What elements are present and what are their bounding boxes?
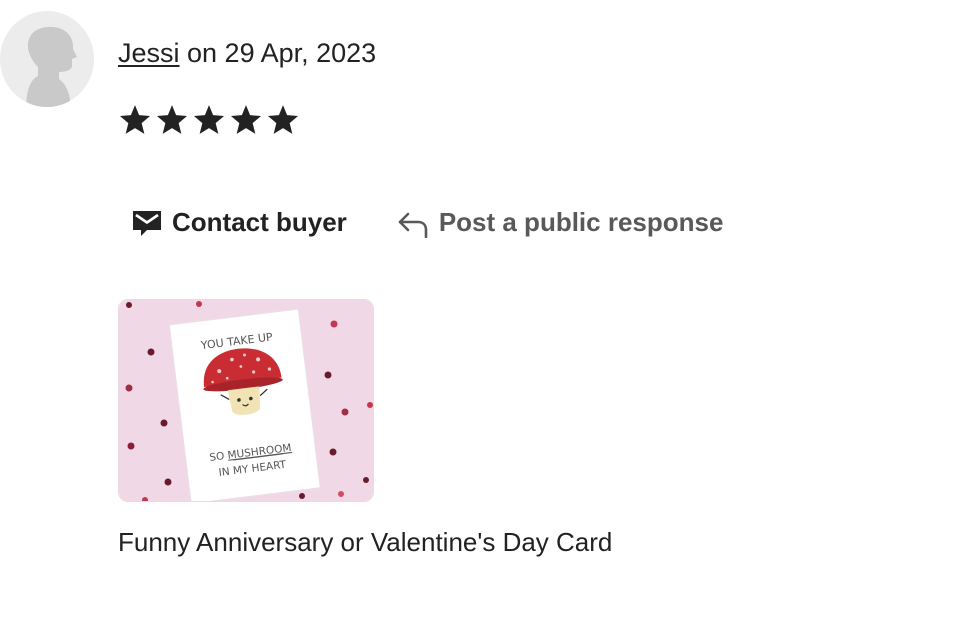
star-rating: [118, 102, 300, 138]
review-header: Jessi on 29 Apr, 2023: [118, 34, 376, 72]
product-photo[interactable]: YOU TAKE UP SO MUSHROOM IN MY HEART: [118, 299, 374, 502]
post-public-response-button[interactable]: Post a public response: [397, 206, 724, 238]
envelope-icon: [131, 206, 163, 238]
star-icon: [193, 105, 225, 134]
reply-arrow-icon: [397, 206, 429, 238]
star-icon: [119, 105, 151, 134]
review-actions: Contact buyer Post a public response: [131, 206, 723, 238]
user-silhouette-icon: [26, 26, 77, 107]
star-icon: [267, 105, 299, 134]
avatar[interactable]: [0, 11, 94, 107]
reviewer-name-link[interactable]: Jessi: [118, 38, 180, 68]
post-public-response-label: Post a public response: [438, 206, 724, 237]
review-date: on 29 Apr, 2023: [179, 38, 377, 68]
star-icon: [156, 105, 188, 134]
product-title[interactable]: Funny Anniversary or Valentine's Day Car…: [118, 524, 612, 560]
contact-buyer-label: Contact buyer: [172, 206, 347, 237]
contact-buyer-button[interactable]: Contact buyer: [131, 206, 347, 238]
star-icon: [230, 105, 262, 134]
